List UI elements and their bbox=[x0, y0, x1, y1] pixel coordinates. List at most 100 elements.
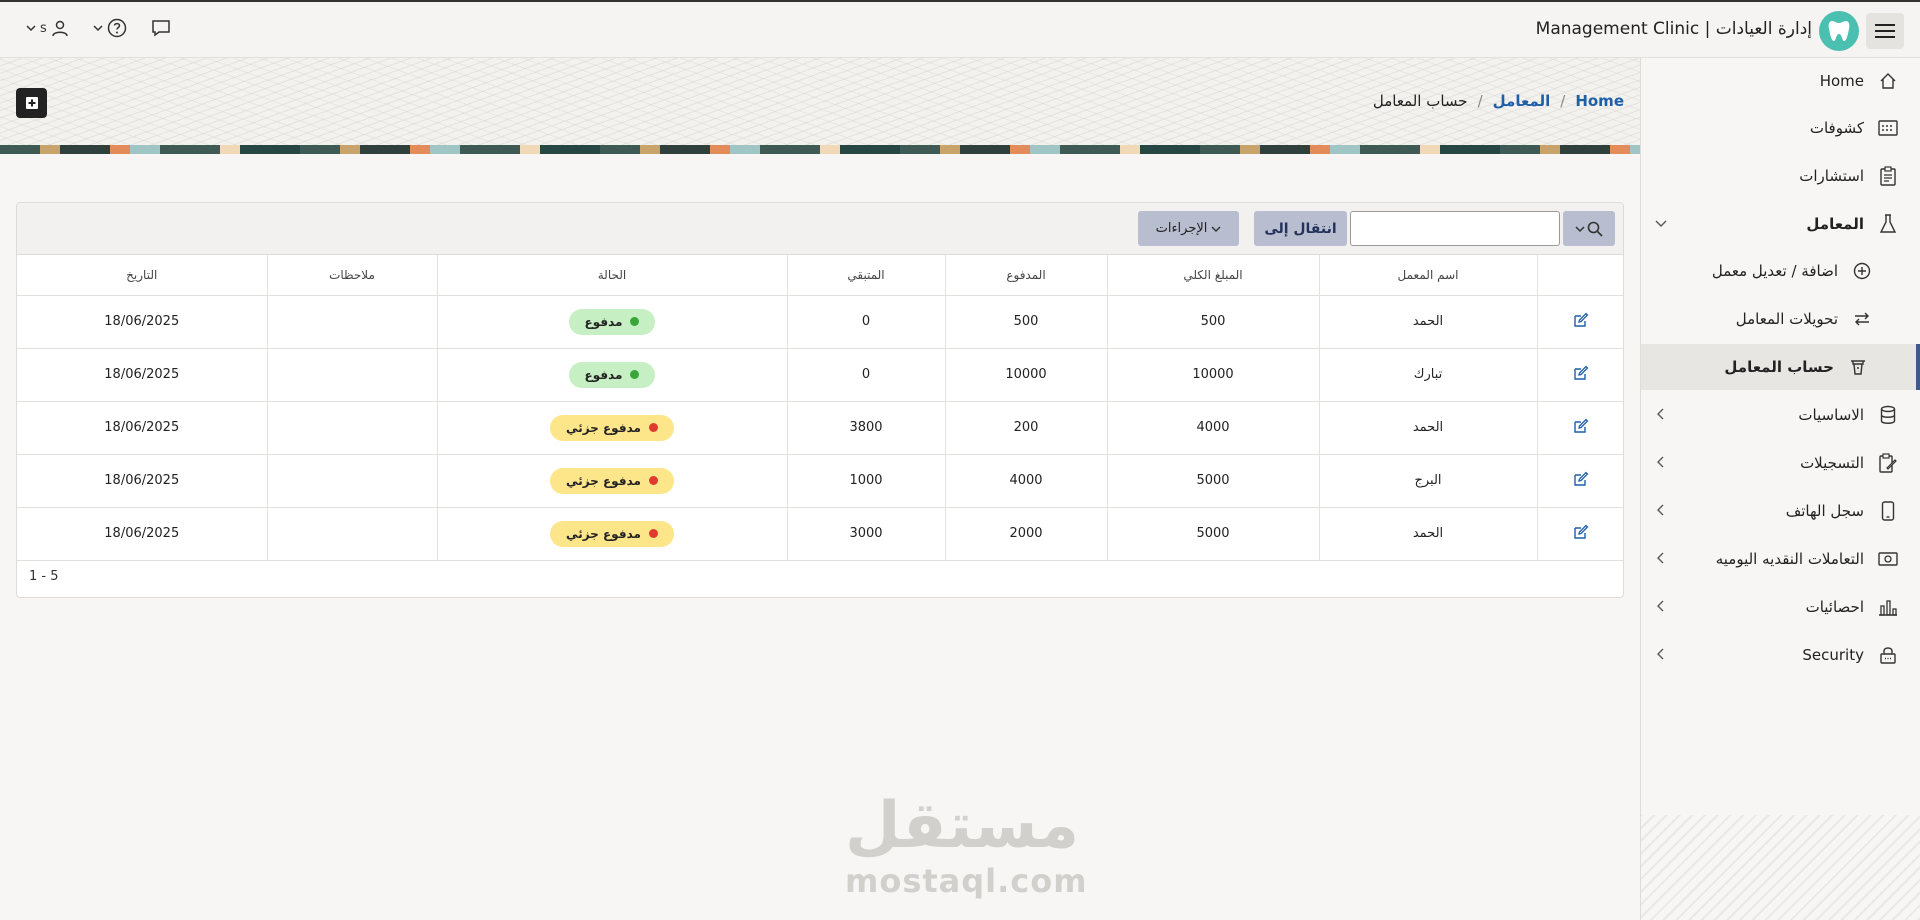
cell-remaining: 0 bbox=[786, 348, 945, 402]
clipboard-icon bbox=[1878, 166, 1898, 186]
status-badge: مدفوع جزئي bbox=[550, 414, 674, 441]
sidebar-item-label: التسجيلات bbox=[1800, 454, 1864, 472]
table-header-row: اسم المعمل المبلغ الكلي المدفوع المتبقي … bbox=[17, 255, 1623, 296]
sidebar-item-label: سجل الهاتف bbox=[1785, 502, 1864, 520]
actions-menu-button[interactable]: الإجراءات bbox=[1138, 211, 1239, 246]
sidebar-decorative-pattern bbox=[1641, 815, 1920, 920]
edit-row-button[interactable] bbox=[1536, 507, 1623, 561]
report-toolbar: انتقال إلى الإجراءات bbox=[17, 203, 1623, 255]
sidebar-item-label: حساب المعامل bbox=[1724, 358, 1834, 376]
cell-total: 500 bbox=[1106, 295, 1319, 349]
sidebar-item-registrations[interactable]: التسجيلات bbox=[1641, 440, 1920, 486]
table-row: البرج 5000 4000 1000 مدفوع جزئي 18/06/2025 bbox=[17, 454, 1623, 508]
status-label: مدفوع bbox=[584, 367, 623, 382]
cell-status: مدفوع جزئي bbox=[436, 507, 787, 561]
sidebar-item-home[interactable]: Home bbox=[1641, 58, 1920, 104]
lock-icon bbox=[1878, 645, 1898, 665]
sidebar-item-security[interactable]: Security bbox=[1641, 632, 1920, 678]
app-title: Management Clinic | إدارة العيادات bbox=[1535, 19, 1812, 39]
status-dot bbox=[648, 529, 658, 538]
cell-notes bbox=[266, 454, 437, 508]
breadcrumb-separator: / bbox=[1560, 92, 1566, 110]
add-record-button[interactable] bbox=[16, 88, 47, 118]
sidebar-item-label: الاساسيات bbox=[1798, 406, 1864, 424]
chart-icon bbox=[1878, 597, 1898, 617]
chat-button[interactable] bbox=[151, 19, 171, 37]
hamburger-icon bbox=[1875, 24, 1895, 38]
edit-row-button[interactable] bbox=[1536, 295, 1623, 349]
plus-icon bbox=[25, 97, 38, 109]
sidebar-item-reports[interactable]: كشوفات bbox=[1641, 105, 1920, 151]
cell-date: 18/06/2025 bbox=[17, 348, 267, 402]
sidebar-item-lab-transfers[interactable]: تحويلات المعامل bbox=[1641, 296, 1920, 342]
banner-color-strip bbox=[0, 145, 1640, 154]
breadcrumb-labs[interactable]: المعامل bbox=[1493, 92, 1551, 110]
phone-icon bbox=[1878, 501, 1898, 521]
column-header-date[interactable]: التاريخ bbox=[17, 255, 267, 296]
transfer-icon bbox=[1852, 309, 1872, 329]
chevron-left-icon bbox=[1654, 647, 1668, 665]
cell-paid: 2000 bbox=[944, 507, 1107, 561]
sidebar-item-label: احصائيات bbox=[1805, 598, 1864, 616]
breadcrumb-home[interactable]: Home bbox=[1575, 92, 1624, 110]
column-header-notes[interactable]: ملاحظات bbox=[266, 255, 437, 296]
cell-date: 18/06/2025 bbox=[17, 454, 267, 508]
search-column-button[interactable] bbox=[1563, 211, 1615, 246]
status-dot bbox=[630, 370, 640, 379]
sidebar-item-lab-accounts[interactable]: حساب المعامل bbox=[1641, 344, 1920, 390]
cell-status: مدفوع جزئي bbox=[436, 454, 787, 508]
status-badge: مدفوع جزئي bbox=[550, 520, 674, 547]
cell-notes bbox=[266, 507, 437, 561]
edit-icon bbox=[1574, 524, 1589, 539]
cell-notes bbox=[266, 348, 437, 402]
status-badge: مدفوع bbox=[568, 308, 656, 335]
search-input[interactable] bbox=[1350, 211, 1560, 246]
column-header-total[interactable]: المبلغ الكلي bbox=[1106, 255, 1319, 296]
cell-lab-name: الحمد bbox=[1318, 507, 1537, 561]
go-button[interactable]: انتقال إلى bbox=[1254, 211, 1347, 246]
cell-notes bbox=[266, 295, 437, 349]
edit-row-button[interactable] bbox=[1536, 454, 1623, 508]
column-header-edit bbox=[1536, 255, 1623, 296]
user-menu[interactable]: s bbox=[26, 19, 69, 37]
cell-lab-name: البرج bbox=[1318, 454, 1537, 508]
chevron-left-icon bbox=[1654, 503, 1668, 521]
sidebar-item-basics[interactable]: الاساسيات bbox=[1641, 392, 1920, 438]
cell-notes bbox=[266, 401, 437, 455]
cell-remaining: 3000 bbox=[786, 507, 945, 561]
sidebar-item-statistics[interactable]: احصائيات bbox=[1641, 584, 1920, 630]
column-header-status[interactable]: الحالة bbox=[436, 255, 787, 296]
column-header-paid[interactable]: المدفوع bbox=[944, 255, 1107, 296]
edit-row-button[interactable] bbox=[1536, 348, 1623, 402]
status-label: مدفوع جزئي bbox=[566, 420, 641, 435]
status-label: مدفوع جزئي bbox=[566, 526, 641, 541]
edit-row-button[interactable] bbox=[1536, 401, 1623, 455]
cell-status: مدفوع bbox=[436, 348, 787, 402]
chevron-left-icon bbox=[1654, 551, 1668, 569]
sidebar-item-label: التعاملات النقديه اليوميه bbox=[1715, 550, 1864, 568]
sidebar-item-labs[interactable]: المعامل bbox=[1641, 201, 1920, 247]
column-header-lab-name[interactable]: اسم المعمل bbox=[1318, 255, 1537, 296]
lab-accounts-table: اسم المعمل المبلغ الكلي المدفوع المتبقي … bbox=[17, 255, 1623, 561]
sidebar-item-daily-cash[interactable]: التعاملات النقديه اليوميه bbox=[1641, 536, 1920, 582]
column-header-remaining[interactable]: المتبقي bbox=[786, 255, 945, 296]
edit-icon bbox=[1574, 418, 1589, 433]
tooth-logo-icon bbox=[1819, 11, 1859, 51]
sidebar: Home كشوفات استشارات المعامل اضافة / تعد… bbox=[1640, 58, 1920, 920]
header-tools: s bbox=[26, 18, 171, 38]
actions-label: الإجراءات bbox=[1155, 221, 1208, 236]
sidebar-item-label: Home bbox=[1819, 72, 1864, 90]
chevron-down-icon bbox=[1654, 216, 1668, 234]
sidebar-item-consultations[interactable]: استشارات bbox=[1641, 153, 1920, 199]
sidebar-item-add-edit-lab[interactable]: اضافة / تعديل معمل bbox=[1641, 248, 1920, 294]
page-header-banner: Home / المعامل / حساب المعامل bbox=[0, 58, 1640, 154]
sidebar-item-phone-log[interactable]: سجل الهاتف bbox=[1641, 488, 1920, 534]
hamburger-menu-button[interactable] bbox=[1866, 13, 1904, 49]
cell-date: 18/06/2025 bbox=[17, 295, 267, 349]
watermark: مستقل mostaql.com bbox=[845, 790, 1087, 900]
help-menu[interactable] bbox=[93, 18, 127, 38]
breadcrumb-separator: / bbox=[1477, 92, 1483, 110]
edit-icon bbox=[1574, 471, 1589, 486]
sidebar-item-label: Security bbox=[1802, 646, 1864, 664]
user-name: s bbox=[40, 20, 47, 36]
